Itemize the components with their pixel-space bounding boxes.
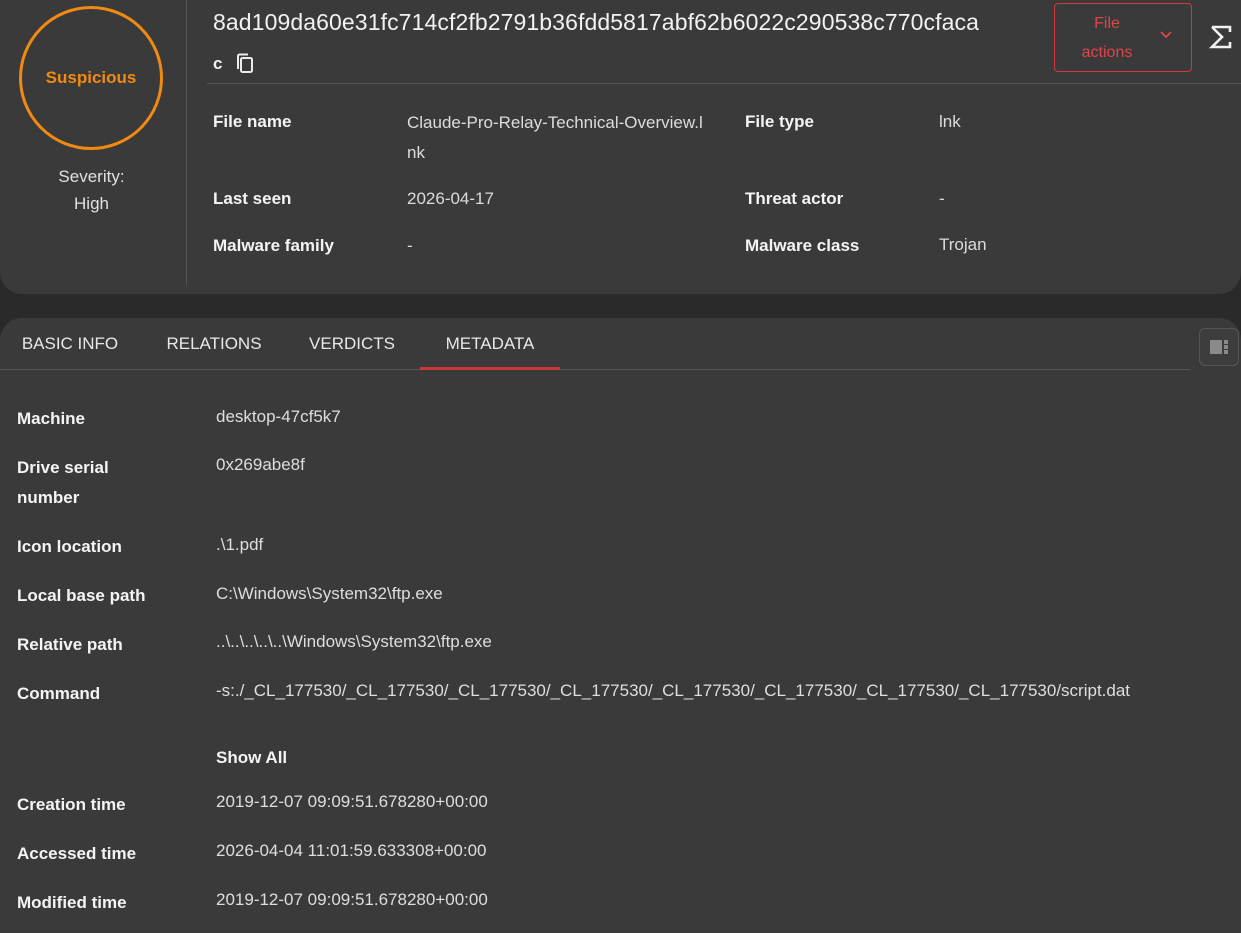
command-label: Command	[17, 684, 101, 703]
threat-actor-value: -	[939, 189, 945, 208]
tab-basic-info[interactable]: BASIC INFO	[0, 318, 140, 370]
icon-location-label: Icon location	[17, 537, 122, 556]
header-divider	[207, 83, 1241, 84]
file-name-value: Claude-Pro-Relay-Technical-Overview.lnk	[407, 113, 703, 162]
modified-time-value: 2019-12-07 09:09:51.678280+00:00	[216, 890, 488, 909]
tab-relations[interactable]: RELATIONS	[143, 318, 285, 370]
verdict-label: Suspicious	[45, 68, 137, 87]
drive-serial-value: 0x269abe8f	[216, 455, 305, 474]
severity-value: High	[74, 194, 109, 213]
malware-family-value: -	[407, 236, 413, 255]
verdict-badge: Suspicious	[19, 6, 163, 150]
severity-prefix: Severity:	[58, 167, 125, 186]
sigma-icon[interactable]	[1209, 25, 1233, 49]
copy-icon[interactable]	[234, 52, 256, 76]
tab-metadata[interactable]: METADATA	[420, 318, 560, 370]
accessed-time-value: 2026-04-04 11:01:59.633308+00:00	[216, 841, 487, 860]
last-seen-label: Last seen	[213, 189, 292, 208]
file-type-value: lnk	[939, 112, 961, 131]
file-actions-label: File actions	[1081, 14, 1133, 61]
malware-class-value: Trojan	[939, 235, 987, 254]
malware-class-label: Malware class	[745, 236, 860, 255]
modified-time-label: Modified time	[17, 893, 127, 912]
icon-location-value: .\1.pdf	[216, 535, 264, 554]
malware-family-label: Malware family	[213, 236, 334, 255]
machine-value: desktop-47cf5k7	[216, 407, 341, 426]
tab-verdicts[interactable]: VERDICTS	[287, 318, 417, 370]
relative-path-label: Relative path	[17, 635, 123, 654]
show-all-link[interactable]: Show All	[216, 748, 287, 768]
file-hash-tail: c	[213, 54, 223, 73]
tab-bar: BASIC INFO RELATIONS VERDICTS METADATA	[0, 318, 1190, 370]
severity: Severity: High	[0, 163, 183, 217]
chevron-down-icon	[1160, 31, 1172, 39]
verdict-column: Suspicious Severity: High	[0, 0, 187, 285]
panel-layout-toggle[interactable]	[1199, 328, 1239, 366]
threat-actor-label: Threat actor	[745, 189, 844, 208]
accessed-time-label: Accessed time	[17, 844, 137, 863]
creation-time-value: 2019-12-07 09:09:51.678280+00:00	[216, 792, 488, 811]
file-hash-continuation: c	[213, 52, 256, 76]
file-hash: 8ad109da60e31fc714cf2fb2791b36fdd5817abf…	[213, 9, 980, 35]
file-type-label: File type	[745, 112, 814, 131]
relative-path-value: ..\..\..\..\..\Windows\System32\ftp.exe	[216, 632, 492, 651]
machine-label: Machine	[17, 409, 86, 428]
details-panel: BASIC INFO RELATIONS VERDICTS METADATA M…	[0, 318, 1241, 933]
file-actions-button[interactable]: File actions	[1054, 3, 1192, 72]
command-value: -s:./_CL_177530/_CL_177530/_CL_177530/_C…	[216, 681, 1131, 700]
creation-time-label: Creation time	[17, 795, 126, 814]
file-summary-card: Suspicious Severity: High 8ad109da60e31f…	[0, 0, 1241, 294]
drive-serial-label: Drive serial number	[17, 458, 109, 507]
file-name-label: File name	[213, 112, 292, 131]
local-base-path-label: Local base path	[17, 586, 146, 605]
local-base-path-value: C:\Windows\System32\ftp.exe	[216, 584, 443, 603]
last-seen-value: 2026-04-17	[407, 189, 494, 208]
sidebar-toggle-icon	[1210, 340, 1228, 354]
